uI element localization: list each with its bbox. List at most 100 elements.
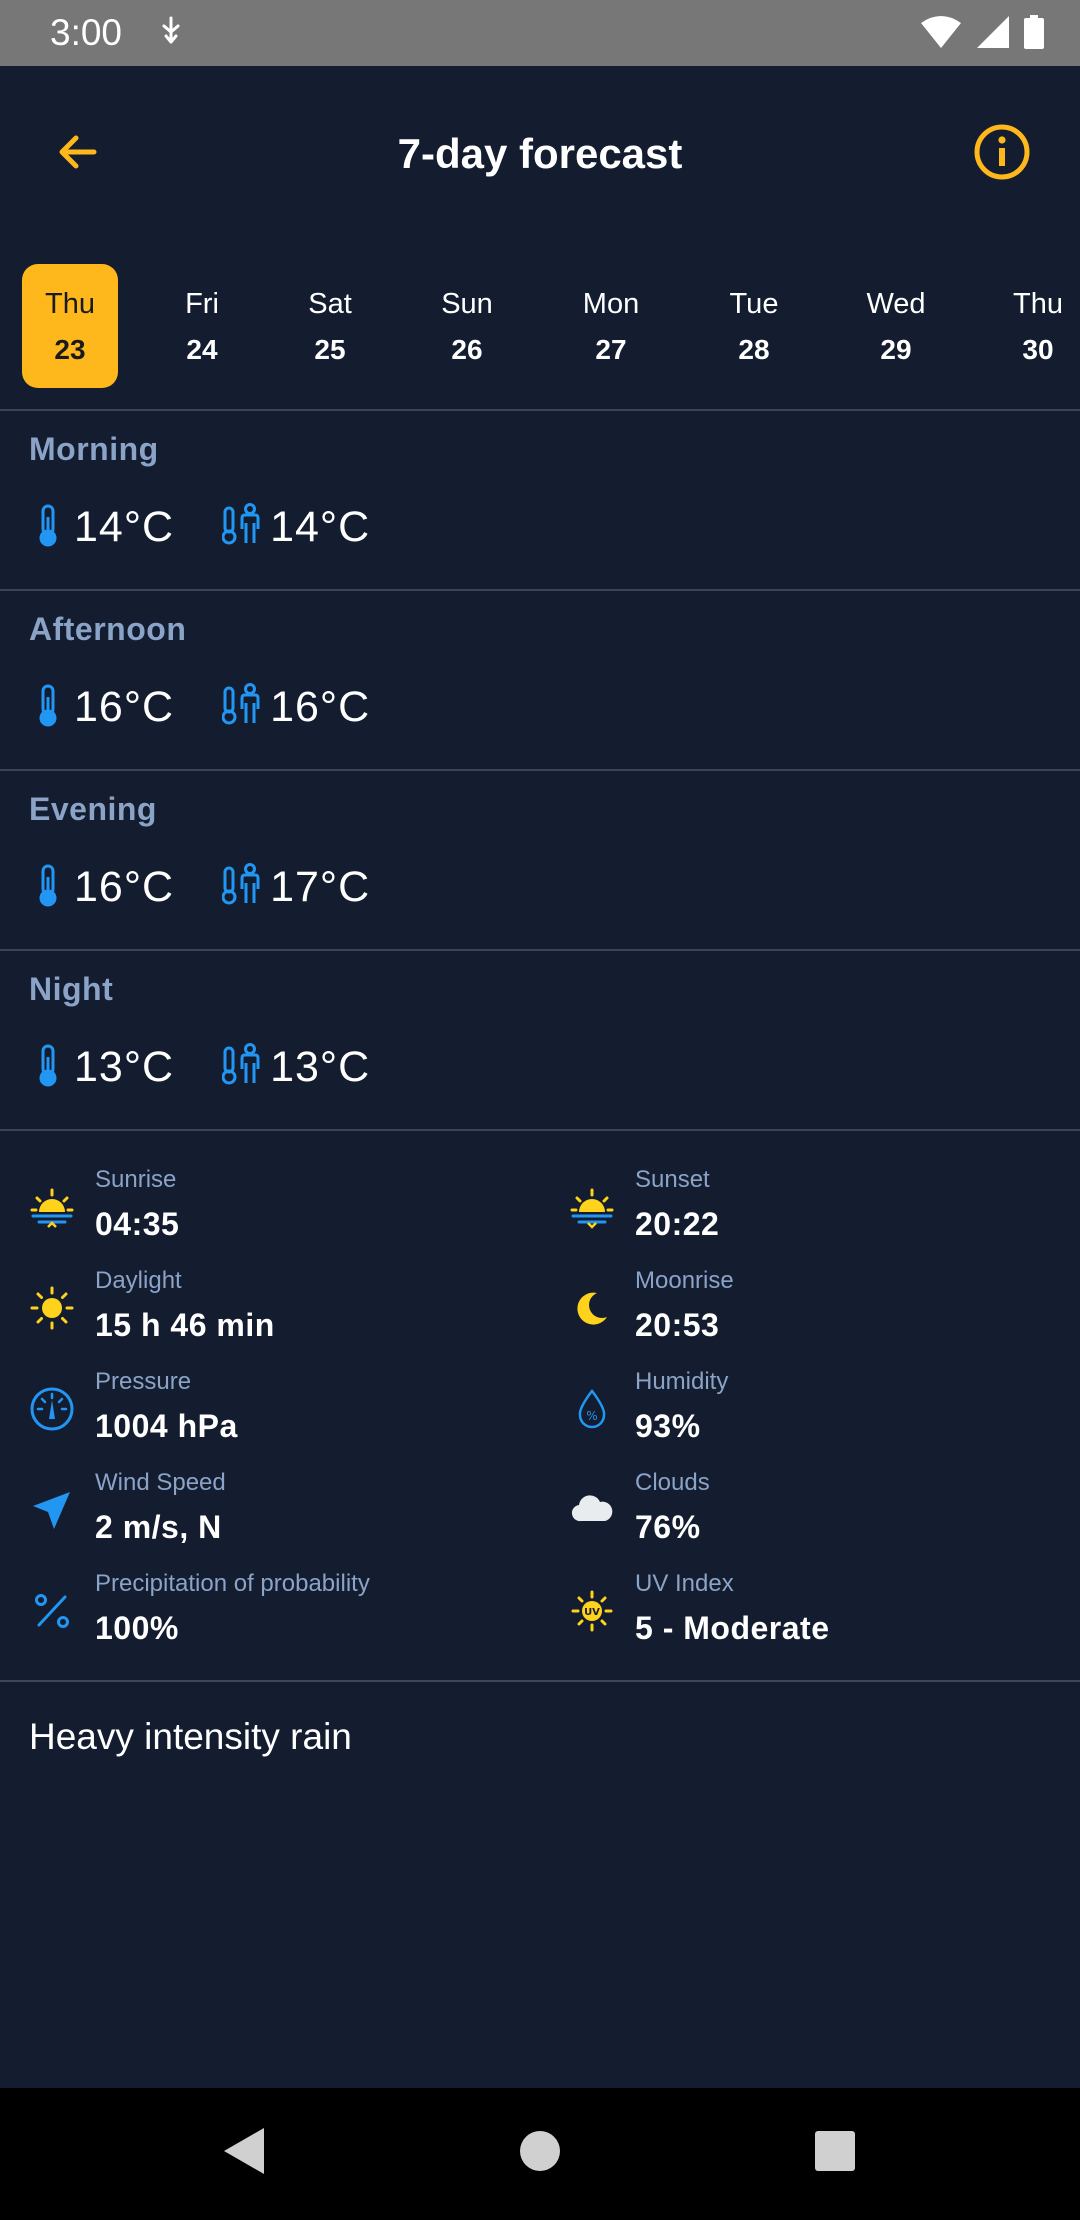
feels-like-icon [221, 502, 262, 552]
period-label: Evening [29, 791, 157, 827]
detail-value: 15 h 46 min [95, 1307, 275, 1343]
feels-like-icon [221, 862, 262, 912]
detail-value: 04:35 [95, 1206, 180, 1242]
day-tab-wed-29[interactable]: Wed 29 [848, 264, 944, 388]
cloud-icon [569, 1487, 615, 1533]
divider [0, 1129, 1080, 1131]
detail-value: 5 - Moderate [635, 1610, 830, 1646]
detail-pressure: Pressure 1004 hPa [29, 1366, 509, 1458]
day-number: 26 [451, 334, 483, 365]
detail-label: UV Index [635, 1570, 734, 1597]
day-tab-sat-25[interactable]: Sat 25 [282, 264, 378, 388]
day-name: Thu [45, 288, 95, 320]
period-afternoon: Afternoon 16°C 16°C [0, 591, 1080, 769]
info-icon[interactable] [972, 122, 1032, 182]
detail-wind-speed: Wind Speed 2 m/s, N [29, 1467, 509, 1559]
detail-value: 20:22 [635, 1206, 720, 1242]
period-label: Night [29, 971, 114, 1007]
gauge-icon [29, 1386, 75, 1432]
day-name: Sun [441, 288, 493, 320]
percent-icon [29, 1588, 75, 1634]
sun-icon [29, 1285, 75, 1331]
detail-value: 93% [635, 1408, 701, 1444]
detail-label: Pressure [95, 1368, 192, 1395]
period-label: Afternoon [29, 611, 187, 647]
temperature-value: 13°C [74, 1043, 175, 1091]
status-bar: 3:00 [0, 0, 1080, 66]
detail-label: Wind Speed [95, 1469, 226, 1496]
feels-like-value: 13°C [270, 1043, 371, 1091]
day-number: 23 [54, 334, 86, 365]
day-number: 29 [880, 334, 912, 365]
detail-daylight: Daylight 15 h 46 min [29, 1265, 509, 1357]
day-number: 27 [595, 334, 627, 365]
detail-value: 1004 hPa [95, 1408, 238, 1444]
detail-sunrise: Sunrise 04:35 [29, 1164, 509, 1256]
day-selector: Thu 23 Fri 24 Sat 25 Sun 26 Mon 27 Tue 2… [0, 264, 1080, 388]
app-bar: 7-day forecast [0, 66, 1080, 242]
day-number: 25 [314, 334, 346, 365]
detail-label: Sunrise [95, 1166, 177, 1193]
detail-moonrise: Moonrise 20:53 [569, 1265, 1049, 1357]
status-time: 3:00 [50, 12, 123, 53]
system-navigation-bar [0, 2088, 1080, 2220]
day-tab-thu-23[interactable]: Thu 23 [22, 264, 118, 388]
detail-sunset: Sunset 20:22 [569, 1164, 1049, 1256]
temperature-value: 14°C [74, 503, 175, 551]
sunset-icon [569, 1184, 615, 1230]
signal-icon [976, 15, 1010, 54]
feels-like-value: 17°C [270, 863, 371, 911]
day-name: Fri [185, 288, 219, 320]
day-name: Sat [308, 288, 352, 320]
detail-humidity: % Humidity 93% [569, 1366, 1049, 1458]
detail-label: Moonrise [635, 1267, 734, 1294]
feels-like-icon [221, 1042, 262, 1092]
thermometer-icon [36, 503, 60, 552]
detail-precipitation: Precipitation of probability 100% [29, 1568, 509, 1660]
day-tab-thu-30[interactable]: Thu 30 [990, 264, 1080, 388]
nav-back-icon[interactable] [222, 2126, 266, 2181]
uv-icon: UV [569, 1588, 615, 1634]
page-title: 7-day forecast [397, 130, 683, 177]
day-number: 24 [186, 334, 218, 365]
detail-label: Daylight [95, 1267, 182, 1294]
nav-home-icon[interactable] [519, 2126, 561, 2181]
detail-value: 76% [635, 1509, 701, 1545]
day-name: Thu [1013, 288, 1063, 320]
period-morning: Morning 14°C 14°C [0, 411, 1080, 589]
day-name: Tue [729, 288, 779, 320]
svg-text:UV: UV [584, 1607, 600, 1618]
moon-icon [569, 1285, 615, 1331]
day-tab-mon-27[interactable]: Mon 27 [563, 264, 659, 388]
detail-value: 20:53 [635, 1307, 720, 1343]
svg-text:%: % [586, 1409, 597, 1423]
day-number: 28 [738, 334, 770, 365]
detail-clouds: Clouds 76% [569, 1467, 1049, 1559]
detail-label: Clouds [635, 1469, 710, 1496]
period-label: Morning [29, 431, 159, 467]
detail-label: Sunset [635, 1166, 710, 1193]
period-night: Night 13°C 13°C [0, 951, 1080, 1129]
day-tab-tue-28[interactable]: Tue 28 [706, 264, 802, 388]
thermometer-icon [36, 683, 60, 732]
battery-icon [1024, 15, 1044, 54]
detail-value: 2 m/s, N [95, 1509, 222, 1545]
day-name: Mon [582, 288, 640, 320]
detail-label: Humidity [635, 1368, 729, 1395]
detail-label: Precipitation of probability [95, 1570, 370, 1597]
sunrise-icon [29, 1184, 75, 1230]
feels-like-value: 16°C [270, 683, 371, 731]
detail-uv-index: UV UV Index 5 - Moderate [569, 1568, 1049, 1660]
feels-like-icon [221, 682, 262, 732]
detail-value: 100% [95, 1610, 179, 1646]
thermometer-icon [36, 1043, 60, 1092]
day-tab-sun-26[interactable]: Sun 26 [419, 264, 515, 388]
feels-like-value: 14°C [270, 503, 371, 551]
day-number: 30 [1022, 334, 1054, 365]
day-tab-fri-24[interactable]: Fri 24 [154, 264, 250, 388]
day-name: Wed [866, 288, 926, 320]
nav-recents-icon[interactable] [814, 2126, 856, 2181]
temperature-value: 16°C [74, 683, 175, 731]
weather-description: Heavy intensity rain [29, 1716, 352, 1757]
thermometer-icon [36, 863, 60, 912]
